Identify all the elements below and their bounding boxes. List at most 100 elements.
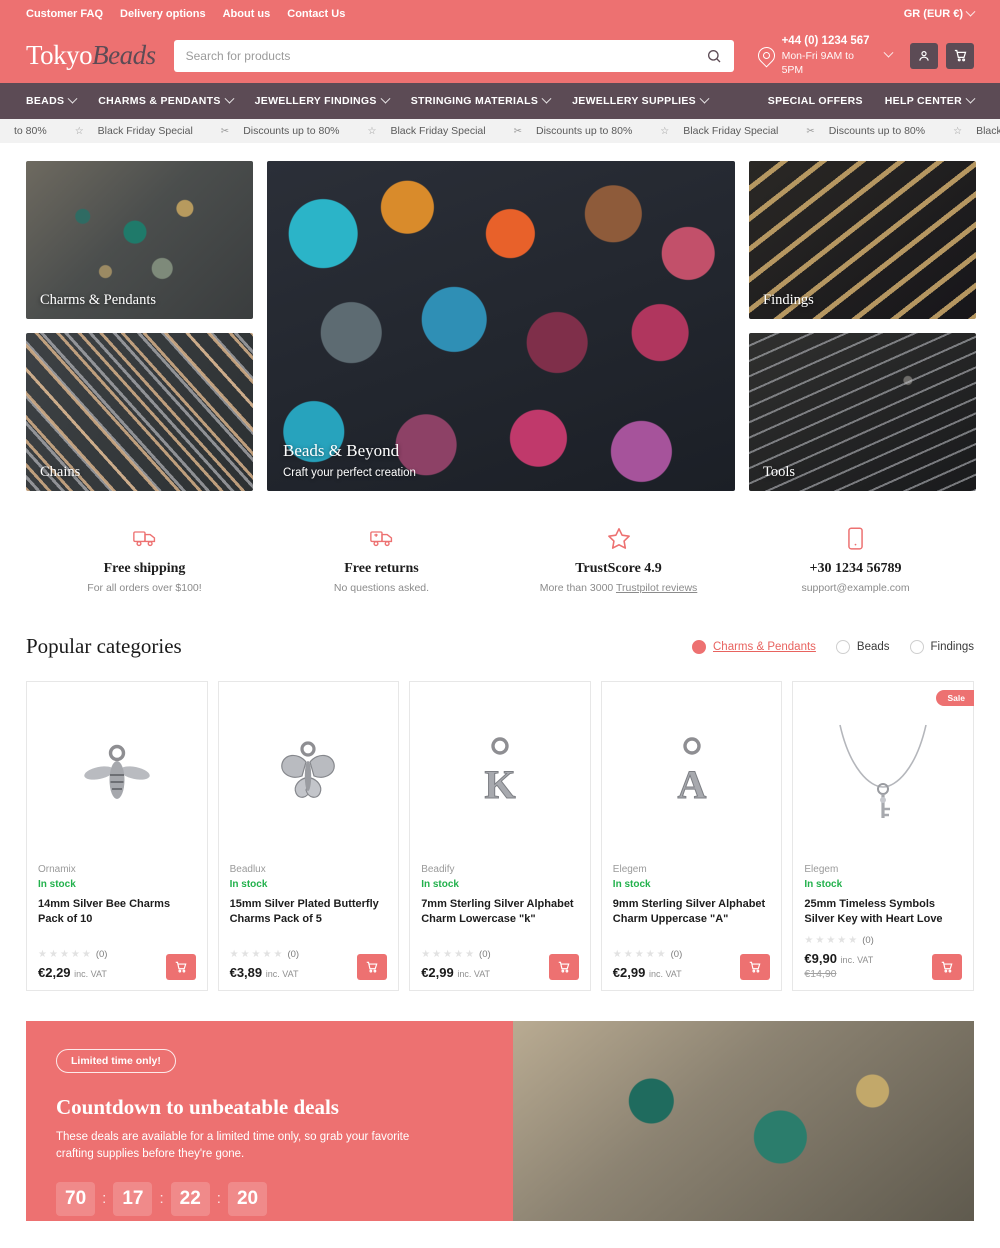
product-card[interactable]: A Elegem In stock 9mm Sterling Silver Al…: [600, 681, 783, 991]
sale-badge: Sale: [935, 690, 974, 706]
banner-subtitle: These deals are available for a limited …: [56, 1131, 410, 1161]
nav-item-charms-pendants[interactable]: CHARMS & PENDANTS: [98, 93, 235, 107]
trustpilot-reviews-link[interactable]: Trustpilot reviews: [616, 582, 697, 594]
star-icon: ★: [826, 935, 836, 946]
hero-tile-tools[interactable]: Tools: [749, 333, 976, 491]
product-rating: ★ ★ ★ ★ ★ (0): [613, 949, 682, 960]
product-name[interactable]: 14mm Silver Bee Charms Pack of 10: [38, 897, 196, 927]
scissors-icon: ✂: [220, 125, 230, 137]
hero-tile-beads-beyond[interactable]: Beads & Beyond Craft your perfect creati…: [267, 161, 735, 491]
chevron-down-icon: [224, 93, 235, 104]
add-to-cart-button[interactable]: [357, 954, 388, 980]
star-icon: ★: [645, 949, 655, 960]
hero-tile-findings[interactable]: Findings: [749, 161, 976, 319]
nav-item-special-offers[interactable]: SPECIAL OFFERS: [768, 95, 863, 107]
nav-item-beads[interactable]: BEADS: [26, 93, 78, 107]
hero-tile-caption: Tools: [763, 464, 796, 480]
account-button[interactable]: [910, 42, 938, 69]
star-outline-icon: ☆: [74, 125, 84, 137]
features-strip: Free shipping For all orders over $100! …: [0, 491, 1000, 594]
utility-link-contact-us[interactable]: Contact Us: [287, 8, 345, 20]
marquee-text: Discounts up to 80%: [828, 125, 926, 137]
site-logo[interactable]: TokyoBeads: [26, 40, 156, 71]
utility-link-about-us[interactable]: About us: [223, 8, 271, 20]
countdown-timer: 70 : 17 : 22 : 20: [56, 1181, 483, 1216]
chevron-down-icon[interactable]: [883, 47, 894, 58]
contact-hours: Mon-Fri 9AM to 5PM: [781, 50, 854, 77]
cart-button[interactable]: [946, 42, 974, 69]
promo-marquee: to 80% ☆ Black Friday Special ✂ Discounts …: [0, 119, 1000, 143]
feature-support-phone: +30 1234 56789 support@example.com: [737, 525, 974, 594]
hero-category-grid: Charms & Pendants Beads & Beyond Craft y…: [0, 143, 1000, 491]
filter-beads[interactable]: Beads: [835, 639, 890, 654]
add-to-cart-button[interactable]: [165, 954, 196, 980]
radio-dot-icon: [835, 639, 850, 654]
product-price: €2,29 inc. VAT: [38, 965, 107, 980]
shopping-cart-icon: [954, 49, 966, 62]
nav-item-stringing-materials[interactable]: STRINGING MATERIALS: [411, 93, 552, 107]
utility-link-delivery-options[interactable]: Delivery options: [120, 8, 206, 20]
nav-item-help-center[interactable]: HELP CENTER: [885, 93, 976, 107]
add-to-cart-button[interactable]: [740, 954, 771, 980]
nav-item-jewellery-findings[interactable]: JEWELLERY FINDINGS: [255, 93, 391, 107]
marquee-item: to 80%: [0, 125, 61, 137]
svg-text:K: K: [484, 762, 515, 807]
letter-charm-icon: K: [484, 737, 516, 808]
hero-tile-chains[interactable]: Chains: [26, 333, 253, 491]
product-card[interactable]: K Beadify In stock 7mm Sterling Silver A…: [409, 681, 591, 991]
locale-selector[interactable]: GR (EUR €): [903, 6, 976, 20]
rating-count: (0): [95, 949, 108, 960]
search-icon[interactable]: [706, 48, 722, 64]
header-contact[interactable]: +44 (0) 1234 567 Mon-Fri 9AM to 5PM: [754, 34, 894, 78]
marquee-item: ☆ Black Friday Special: [61, 125, 207, 137]
add-to-cart-button[interactable]: [932, 954, 962, 980]
product-stock-status: In stock: [804, 879, 843, 890]
product-rating: ★ ★ ★ ★ ★ (0): [230, 949, 299, 960]
nav-item-jewellery-supplies[interactable]: JEWELLERY SUPPLIES: [572, 93, 710, 107]
star-outline-icon: ☆: [953, 125, 963, 137]
price-value: €2,99: [612, 965, 646, 980]
product-name[interactable]: 9mm Sterling Silver Alphabet Charm Upper…: [613, 897, 771, 927]
price-vat-note: inc. VAT: [457, 969, 491, 979]
chevron-down-icon: [965, 6, 976, 17]
star-icon: ★: [837, 935, 847, 946]
star-icon: ★: [251, 949, 261, 960]
star-outline-icon: ☆: [660, 125, 670, 137]
product-rating: ★ ★ ★ ★ ★ (0): [421, 949, 490, 960]
filter-charms-pendants[interactable]: Charms & Pendants: [692, 639, 816, 654]
main-navigation: BEADS CHARMS & PENDANTS JEWELLERY FINDIN…: [0, 83, 1000, 119]
product-card[interactable]: Sale Elegem In stock 25mm Timeless Symbo…: [792, 681, 974, 991]
feature-subtitle-text: More than 3000: [539, 582, 616, 594]
truck-icon: [26, 525, 263, 551]
price-value: €3,89: [229, 965, 263, 980]
hero-tile-subtitle: Craft your perfect creation: [283, 467, 416, 479]
hero-tile-charms-pendants[interactable]: Charms & Pendants: [26, 161, 253, 319]
utility-link-customer-faq[interactable]: Customer FAQ: [26, 8, 103, 20]
product-name[interactable]: 25mm Timeless Symbols Silver Key with He…: [804, 897, 962, 927]
product-brand: Beadlux: [229, 864, 266, 875]
header-actions: [910, 42, 974, 69]
logo-text-main: Tokyo: [26, 40, 93, 70]
filter-findings[interactable]: Findings: [909, 639, 974, 654]
search-bar[interactable]: [173, 39, 734, 72]
product-card[interactable]: Ornamix In stock 14mm Silver Bee Charms …: [26, 681, 208, 991]
product-card[interactable]: Beadlux In stock 15mm Silver Plated Butt…: [217, 681, 400, 991]
search-input[interactable]: [185, 48, 706, 63]
product-rating: ★ ★ ★ ★ ★ (0): [804, 935, 873, 946]
feature-subtitle: For all orders over $100!: [87, 582, 202, 594]
top-utility-bar: Customer FAQ Delivery options About us C…: [0, 0, 1000, 28]
locale-label: GR (EUR €): [903, 8, 963, 20]
star-icon: ★: [454, 949, 464, 960]
site-header: TokyoBeads +44 (0) 1234 567 Mon-Fri 9AM …: [0, 28, 1000, 83]
add-to-cart-button[interactable]: [548, 954, 579, 980]
product-name[interactable]: 7mm Sterling Silver Alphabet Charm Lower…: [421, 897, 579, 927]
location-pin-icon: [754, 43, 779, 68]
scissors-icon: ✂: [513, 125, 522, 137]
star-icon: ★: [432, 949, 442, 960]
chevron-down-icon: [541, 93, 552, 104]
marquee-text: Discounts up to 80%: [535, 125, 633, 137]
product-name[interactable]: 15mm Silver Plated Butterfly Charms Pack…: [230, 897, 388, 927]
star-icon: ★: [443, 949, 453, 960]
nav-label: BEADS: [26, 95, 65, 107]
nav-label: JEWELLERY SUPPLIES: [572, 95, 696, 107]
